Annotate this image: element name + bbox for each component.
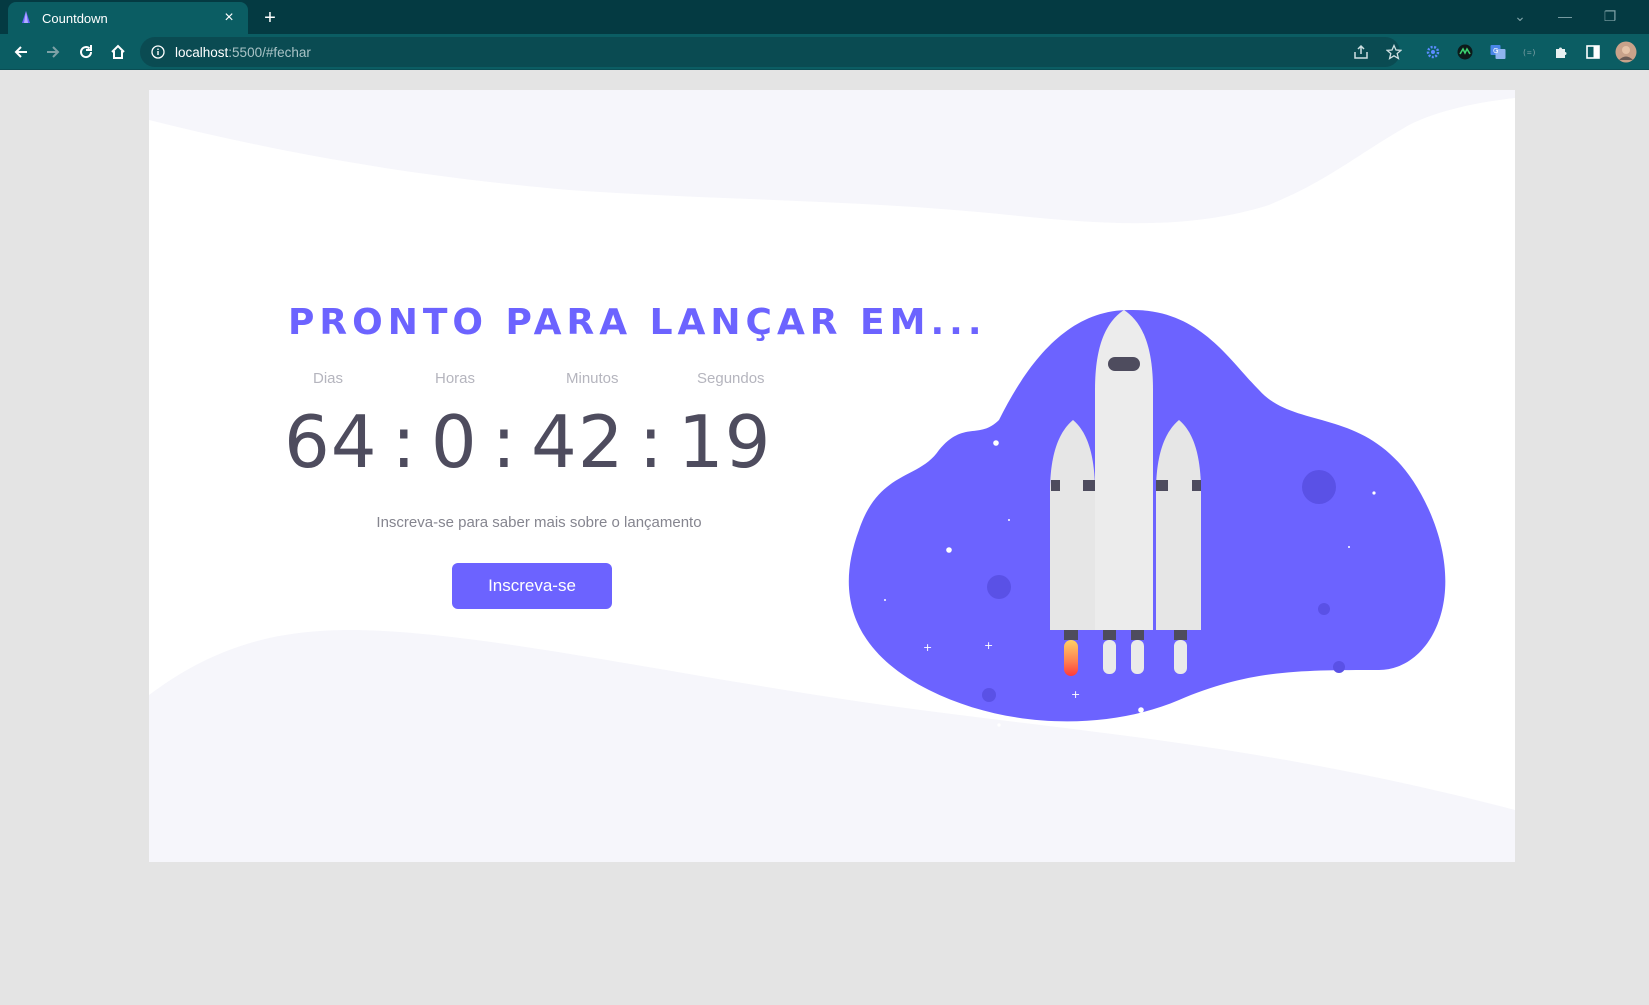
subscribe-button[interactable]: Inscreva-se <box>452 563 612 609</box>
url-host: localhost <box>175 44 229 60</box>
separator: : <box>391 400 417 484</box>
seconds-value: 19 <box>677 400 772 484</box>
hours-label: Horas <box>435 370 476 387</box>
days-label: Dias <box>313 370 344 387</box>
info-icon[interactable] <box>150 44 166 60</box>
days-value: 64 <box>284 400 378 484</box>
address-bar[interactable]: localhost:5500/#fechar <box>140 37 1400 67</box>
restore-button[interactable]: ❐ <box>1595 4 1625 28</box>
svg-text:+: + <box>1071 688 1080 701</box>
home-icon[interactable] <box>104 38 132 66</box>
browser-tab[interactable]: Countdown × <box>8 2 248 34</box>
tab-bar: Countdown × + ⌄ — ❐ <box>0 0 1649 34</box>
countdown-page: PRONTO PARA LANÇAR EM... Dias Horas Minu… <box>149 90 1515 862</box>
svg-text:(=): (=) <box>1522 48 1536 57</box>
rocket-illustration: + + + <box>848 309 1446 727</box>
extension-translate-icon[interactable]: G <box>1488 42 1508 62</box>
minimize-button[interactable]: — <box>1550 4 1580 28</box>
separator: : <box>638 400 664 484</box>
separator: : <box>491 400 517 484</box>
svg-text:+: + <box>984 639 993 652</box>
sidebar-icon[interactable] <box>1583 42 1603 62</box>
minutes-value: 42 <box>530 400 625 484</box>
puzzle-icon[interactable] <box>1551 42 1571 62</box>
tab-search-icon[interactable]: ⌄ <box>1505 4 1535 28</box>
minutes-label: Minutos <box>566 370 619 387</box>
svg-text:+: + <box>923 641 932 654</box>
rocket-favicon-icon <box>18 10 34 26</box>
share-icon[interactable] <box>1351 42 1371 62</box>
url-path: :5500/#fechar <box>228 44 311 60</box>
reload-icon[interactable] <box>72 38 100 66</box>
extension-monitor-icon[interactable] <box>1455 42 1475 62</box>
browser-toolbar: localhost:5500/#fechar G (=) <box>0 34 1649 70</box>
forward-arrow-icon[interactable] <box>39 38 67 66</box>
extension-dots-icon[interactable]: (=) <box>1519 42 1539 62</box>
extension-gear-icon[interactable] <box>1423 42 1443 62</box>
new-tab-button[interactable]: + <box>258 6 282 30</box>
seconds-label: Segundos <box>697 370 765 387</box>
subscribe-description: Inscreva-se para saber mais sobre o lanç… <box>376 514 702 531</box>
countdown-timer: 64:0:42:19 <box>284 400 771 484</box>
star-icon[interactable] <box>1384 42 1404 62</box>
svg-text:G: G <box>1493 47 1498 55</box>
close-tab-icon[interactable]: × <box>220 9 238 27</box>
profile-avatar-icon[interactable] <box>1615 41 1637 63</box>
tab-title: Countdown <box>42 10 108 26</box>
hours-value: 0 <box>430 400 478 484</box>
back-arrow-icon[interactable] <box>7 38 35 66</box>
